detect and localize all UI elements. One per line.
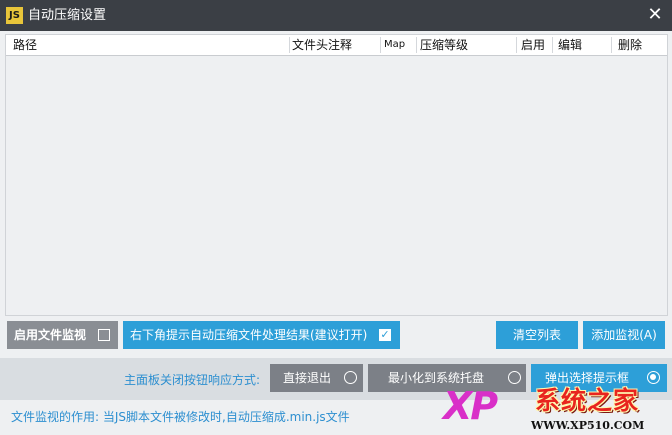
column-divider[interactable] bbox=[380, 37, 381, 53]
option-minimize-label: 最小化到系统托盘 bbox=[388, 371, 485, 385]
footer-hint: 文件监视的作用: 当JS脚本文件被修改时,自动压缩成.min.js文件 bbox=[11, 410, 350, 424]
notify-result-checkbox[interactable]: ✓ bbox=[379, 329, 391, 341]
option-exit-radio[interactable] bbox=[344, 371, 357, 384]
column-enable[interactable]: 启用 bbox=[521, 35, 545, 55]
column-edit[interactable]: 编辑 bbox=[558, 35, 582, 55]
column-path[interactable]: 路径 bbox=[13, 35, 37, 55]
column-delete[interactable]: 删除 bbox=[618, 35, 642, 55]
enable-monitor-checkbox[interactable] bbox=[98, 329, 110, 341]
option-prompt-label: 弹出选择提示框 bbox=[545, 371, 630, 385]
close-icon[interactable]: ✕ bbox=[644, 4, 666, 26]
watermark-url: WWW.XP510.COM bbox=[531, 419, 645, 432]
close-behavior-label: 主面板关闭按钮响应方式: bbox=[124, 373, 261, 387]
column-map[interactable]: Map bbox=[384, 35, 405, 55]
watermark-brand: XP bbox=[443, 384, 498, 428]
window-title: 自动压缩设置 bbox=[28, 8, 107, 23]
notify-result-toggle[interactable]: 右下角提示自动压缩文件处理结果(建议打开) ✓ bbox=[123, 321, 400, 349]
add-monitor-button[interactable]: 添加监视(A) bbox=[583, 321, 665, 349]
column-compress-level[interactable]: 压缩等级 bbox=[420, 35, 468, 55]
site-watermark-logo: XP 系统之家 WWW.XP510.COM bbox=[443, 386, 672, 435]
column-divider[interactable] bbox=[416, 37, 417, 53]
js-app-icon: JS bbox=[6, 7, 23, 24]
table-header: 路径 文件头注释 Map 压缩等级 启用 编辑 删除 bbox=[6, 35, 667, 56]
option-exit-directly[interactable]: 直接退出 bbox=[270, 364, 363, 392]
title-bar: JS 自动压缩设置 ✕ bbox=[0, 0, 672, 31]
option-minimize-radio[interactable] bbox=[508, 371, 521, 384]
column-divider[interactable] bbox=[516, 37, 517, 53]
option-prompt-radio[interactable] bbox=[647, 371, 660, 384]
enable-monitor-label: 启用文件监视 bbox=[14, 328, 87, 342]
notify-result-label: 右下角提示自动压缩文件处理结果(建议打开) bbox=[130, 328, 368, 342]
table-body bbox=[6, 56, 667, 315]
watermark-name: 系统之家 bbox=[535, 386, 640, 415]
column-divider[interactable] bbox=[289, 37, 290, 53]
column-divider[interactable] bbox=[552, 37, 553, 53]
column-divider[interactable] bbox=[611, 37, 612, 53]
monitor-list-table: 路径 文件头注释 Map 压缩等级 启用 编辑 删除 bbox=[5, 34, 668, 316]
clear-list-button[interactable]: 清空列表 bbox=[496, 321, 578, 349]
option-exit-label: 直接退出 bbox=[283, 371, 332, 385]
enable-monitor-toggle[interactable]: 启用文件监视 bbox=[7, 321, 118, 349]
column-header-comment[interactable]: 文件头注释 bbox=[292, 35, 352, 55]
